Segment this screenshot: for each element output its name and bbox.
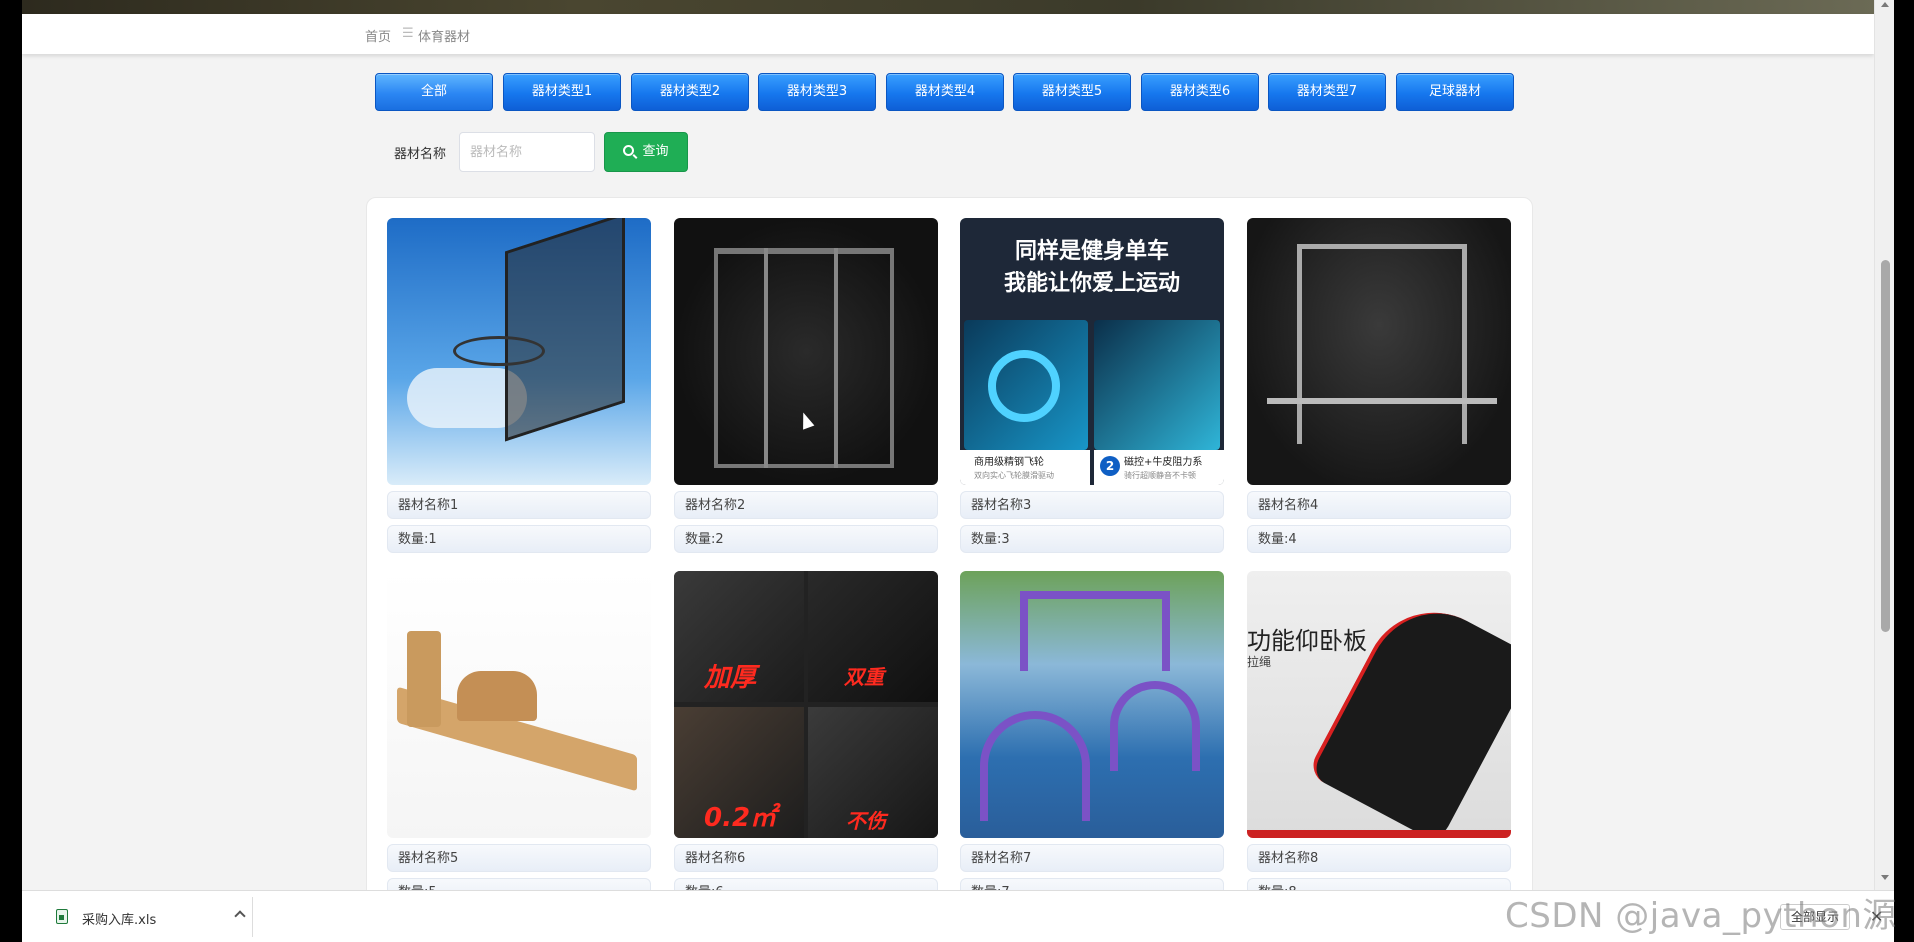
floor-stripe <box>1247 830 1511 838</box>
equipment-name[interactable]: 器材名称2 <box>674 491 938 519</box>
scroll-up-icon[interactable] <box>1881 2 1889 7</box>
bike-heading-line2: 我能让你爱上运动 <box>1003 271 1180 296</box>
breadcrumb-separator-icon: ☰ <box>402 26 414 41</box>
tab-type-3[interactable]: 器材类型3 <box>758 73 876 111</box>
equipment-card[interactable]: 加厚 双重 0.2㎡ 不伤 器材名称6 数量:6 <box>674 571 938 906</box>
equipment-name[interactable]: 器材名称8 <box>1247 844 1511 872</box>
bike-heading-line1: 同样是健身单车 <box>1014 239 1169 264</box>
equipment-card[interactable]: 器材名称2 数量:2 <box>674 218 938 553</box>
equipment-card[interactable]: 器材名称5 数量:5 <box>387 571 651 906</box>
bike-feature-2-title: 磁控+牛皮阻力系 <box>1124 457 1203 468</box>
dumbbell-caption: 双重 <box>844 665 884 689</box>
equipment-arch-shape <box>980 711 1090 821</box>
breadcrumb-home[interactable]: 首页 <box>365 26 391 45</box>
tab-type-1[interactable]: 器材类型1 <box>503 73 621 111</box>
search-icon <box>623 145 635 156</box>
equipment-card[interactable]: 器材名称7 数量:7 <box>960 571 1224 906</box>
equipment-card[interactable]: 同样是健身单车 我能让你爱上运动 商用级精钢飞轮双向实心飞轮膜滑驱动 2 磁控+牛皮… <box>960 218 1224 553</box>
machine-post-shape <box>834 248 838 468</box>
machine-frame-shape <box>714 248 894 468</box>
equipment-card[interactable]: 器材名称1 数量:1 <box>387 218 651 553</box>
equipment-quantity: 数量:3 <box>960 525 1224 553</box>
situp-heading: 功能仰卧板 <box>1247 627 1367 655</box>
situp-subtext: 拉绳 <box>1247 655 1272 669</box>
bike-feature-1-sub: 双向实心飞轮膜滑驱动 <box>974 471 1054 480</box>
right-border <box>1894 0 1914 942</box>
smith-machine-image[interactable] <box>1247 218 1511 485</box>
bike-headline: 同样是健身单车 我能让你爱上运动 <box>960 236 1224 300</box>
situp-bench-image[interactable]: 功能仰卧板 拉绳 <box>1247 571 1511 838</box>
bike-feature-2-sub: 骑行超顺静音不卡顿 <box>1124 471 1196 480</box>
backboard-shape <box>505 218 625 442</box>
equipment-name-input[interactable] <box>459 132 595 172</box>
search-label: 器材名称 <box>394 147 447 162</box>
equipment-name[interactable]: 器材名称5 <box>387 844 651 872</box>
search-button-label: 查询 <box>642 144 669 159</box>
equipment-grid: 器材名称1 数量:1 器材名称2 数量:2 同样是健身单车 我能让你爱上运动 商用… <box>366 197 1533 942</box>
hero-banner-edge <box>22 0 1874 14</box>
excel-file-icon <box>56 909 68 924</box>
left-border <box>0 0 22 942</box>
tab-type-6[interactable]: 器材类型6 <box>1141 73 1259 111</box>
dumbbell-caption: 加厚 <box>704 663 757 693</box>
bike-feature-2: 2 磁控+牛皮阻力系 骑行超顺静音不卡顿 <box>1094 450 1224 485</box>
tab-type-5[interactable]: 器材类型5 <box>1013 73 1131 111</box>
watermark: CSDN @java_python源码 <box>1505 896 1897 936</box>
dumbbell-caption: 0.2㎡ <box>704 803 777 833</box>
gym-machine-image[interactable] <box>674 218 938 485</box>
equipment-name[interactable]: 器材名称6 <box>674 844 938 872</box>
breadcrumb-current: 体育器材 <box>418 30 471 45</box>
reformer-seat-shape <box>457 671 537 721</box>
machine-post-shape <box>764 248 768 468</box>
hoop-shape <box>453 336 545 366</box>
equipment-quantity: 数量:2 <box>674 525 938 553</box>
equipment-name[interactable]: 器材名称4 <box>1247 491 1511 519</box>
search-button[interactable]: 查询 <box>604 132 688 172</box>
bike-feature-1-title: 商用级精钢飞轮 <box>974 457 1044 468</box>
spin-bike-image[interactable]: 同样是健身单车 我能让你爱上运动 商用级精钢飞轮双向实心飞轮膜滑驱动 2 磁控+牛皮… <box>960 218 1224 485</box>
chevron-up-icon[interactable] <box>234 910 246 922</box>
tab-type-2[interactable]: 器材类型2 <box>631 73 749 111</box>
tab-type-7[interactable]: 器材类型7 <box>1268 73 1386 111</box>
breadcrumb: 首页 ☰ 体育器材 <box>22 14 1874 54</box>
equipment-name[interactable]: 器材名称1 <box>387 491 651 519</box>
equipment-quantity: 数量:1 <box>387 525 651 553</box>
tab-all[interactable]: 全部 <box>375 73 493 111</box>
tab-type-4[interactable]: 器材类型4 <box>886 73 1004 111</box>
download-file-name[interactable]: 采购入库.xls <box>82 909 156 928</box>
basketball-hoop-image[interactable] <box>387 218 651 485</box>
divider <box>252 897 253 937</box>
download-item[interactable]: 采购入库.xls <box>36 899 258 935</box>
bike-feature-1: 商用级精钢飞轮双向实心飞轮膜滑驱动 <box>960 450 1090 485</box>
outdoor-fitness-image[interactable] <box>960 571 1224 838</box>
equipment-frame-shape <box>1020 591 1170 671</box>
pilates-reformer-image[interactable] <box>387 571 651 838</box>
equipment-card[interactable]: 功能仰卧板 拉绳 器材名称8 数量:8 <box>1247 571 1511 906</box>
equipment-name[interactable]: 器材名称3 <box>960 491 1224 519</box>
scrollbar-thumb[interactable] <box>1881 260 1890 632</box>
dumbbell-caption: 不伤 <box>846 809 886 833</box>
reformer-tower-shape <box>407 631 441 727</box>
bike-panel-right <box>1094 320 1220 450</box>
vertical-scrollbar[interactable] <box>1874 0 1894 900</box>
tab-football[interactable]: 足球器材 <box>1396 73 1514 111</box>
equipment-card[interactable]: 器材名称4 数量:4 <box>1247 218 1511 553</box>
rack-frame-shape <box>1297 244 1467 444</box>
barbell-shape <box>1267 398 1497 404</box>
equipment-arch-shape <box>1110 681 1200 771</box>
bike-feature-2-number: 2 <box>1100 456 1120 476</box>
equipment-quantity: 数量:4 <box>1247 525 1511 553</box>
dumbbell-set-image[interactable]: 加厚 双重 0.2㎡ 不伤 <box>674 571 938 838</box>
flywheel-shape <box>988 350 1060 422</box>
scroll-down-icon[interactable] <box>1881 875 1889 880</box>
equipment-name[interactable]: 器材名称7 <box>960 844 1224 872</box>
